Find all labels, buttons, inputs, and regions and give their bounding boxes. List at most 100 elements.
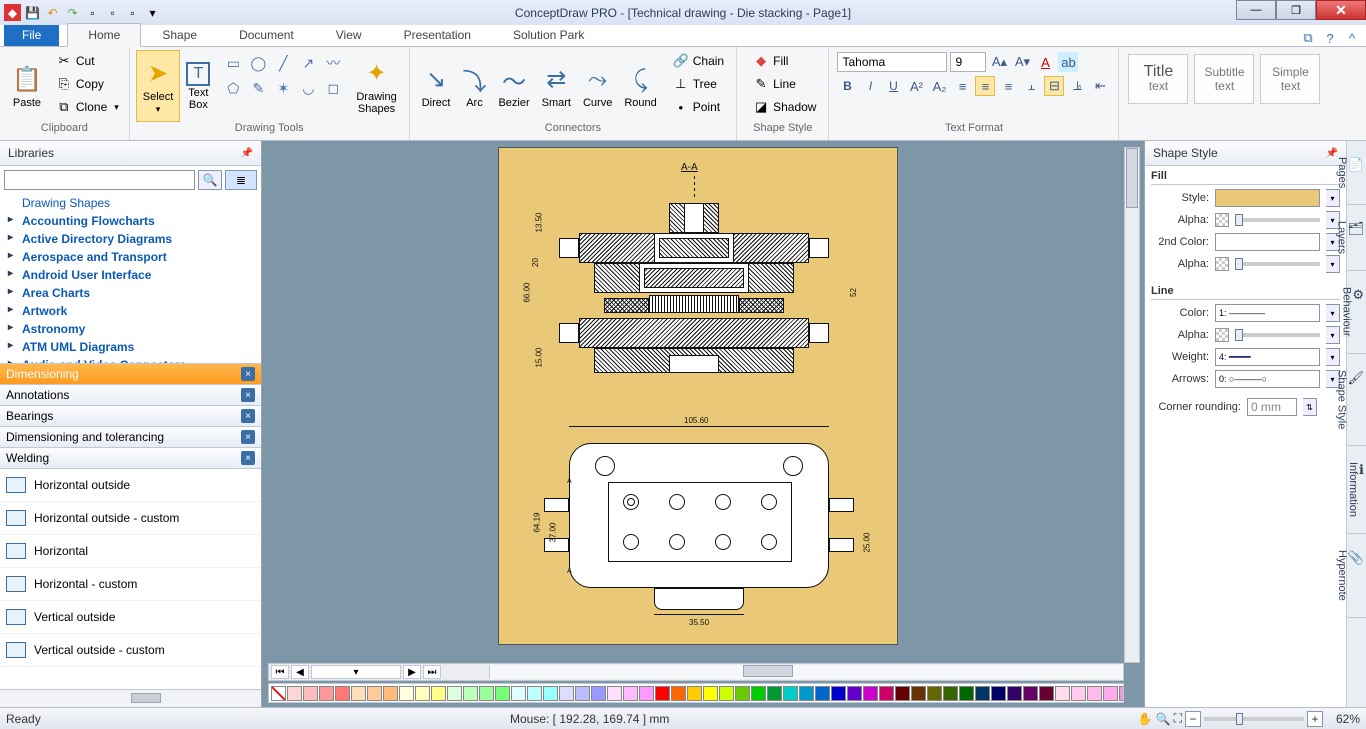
shape-item[interactable]: Horizontal outside (0, 469, 261, 502)
shape-item[interactable]: Horizontal - custom (0, 568, 261, 601)
color-swatch[interactable] (783, 686, 798, 701)
round-button[interactable]: ⤹Round (618, 50, 662, 122)
zoom-out-button[interactable]: − (1185, 711, 1201, 727)
weight-dd[interactable]: ▾ (1326, 348, 1340, 366)
align-top-icon[interactable]: ⫠ (1021, 76, 1041, 96)
tool-rect-icon[interactable]: ▭ (222, 52, 244, 74)
fill-style-dd[interactable]: ▾ (1326, 189, 1340, 207)
collapse-ribbon-icon[interactable]: ^ (1344, 30, 1360, 46)
tree-item[interactable]: Astronomy (8, 320, 261, 338)
tool-arc-icon[interactable]: ◡ (297, 77, 319, 99)
tab-document[interactable]: Document (218, 23, 315, 46)
side-tab-shape-style[interactable]: 🖌Shape Style (1347, 354, 1366, 446)
canvas-vscroll[interactable] (1124, 147, 1140, 663)
qat-print-icon[interactable]: ▫ (124, 4, 141, 21)
paste-button[interactable]: 📋 Paste (6, 50, 48, 122)
minimize-button[interactable]: — (1236, 0, 1276, 20)
close-tab-icon[interactable]: × (241, 451, 255, 465)
color-swatch[interactable] (511, 686, 526, 701)
pin-icon[interactable]: 📌 (241, 148, 253, 159)
tree-item[interactable]: Drawing Shapes (8, 194, 261, 212)
italic-icon[interactable]: I (860, 76, 880, 96)
line-color-field[interactable]: 1: ———— (1215, 304, 1320, 322)
color-swatch[interactable] (367, 686, 382, 701)
curve-button[interactable]: ⤳Curve (577, 50, 618, 122)
close-tab-icon[interactable]: × (241, 388, 255, 402)
style-title-card[interactable]: Titletext (1128, 54, 1188, 104)
smart-button[interactable]: ⇄Smart (536, 50, 577, 122)
tree-item[interactable]: Android User Interface (8, 266, 261, 284)
tool-line-icon[interactable]: ╱ (272, 52, 294, 74)
color-swatch[interactable] (495, 686, 510, 701)
zoom-slider[interactable] (1204, 717, 1304, 721)
library-search-input[interactable] (4, 170, 195, 190)
library-shapes-list[interactable]: Horizontal outsideHorizontal outside - c… (0, 469, 261, 689)
pan-icon[interactable]: ✋ (1138, 712, 1153, 726)
color-swatch[interactable] (1007, 686, 1022, 701)
page-next-icon[interactable]: ▶ (403, 665, 421, 679)
color-swatch[interactable] (655, 686, 670, 701)
tree-item[interactable]: Artwork (8, 302, 261, 320)
subscript-icon[interactable]: A₂ (929, 76, 949, 96)
close-tab-icon[interactable]: × (241, 430, 255, 444)
shape-item[interactable]: Horizontal outside - custom (0, 502, 261, 535)
help-icon[interactable]: ? (1322, 30, 1338, 46)
corner-spinner[interactable]: ⇅ (1303, 398, 1317, 416)
highlight-icon[interactable]: ab (1058, 52, 1078, 72)
library-tree[interactable]: Drawing ShapesAccounting FlowchartsActiv… (0, 194, 261, 364)
color-swatch[interactable] (591, 686, 606, 701)
color-swatch[interactable] (1039, 686, 1054, 701)
color-swatch[interactable] (319, 686, 334, 701)
font-size-input[interactable] (950, 52, 986, 72)
shadow-button[interactable]: ◪Shadow (747, 96, 822, 118)
color-swatch[interactable] (479, 686, 494, 701)
font-color-icon[interactable]: A (1035, 52, 1055, 72)
no-fill-icon[interactable] (271, 686, 286, 701)
close-tab-icon[interactable]: × (241, 367, 255, 381)
close-button[interactable]: ✕ (1316, 0, 1366, 20)
color-swatch[interactable] (751, 686, 766, 701)
library-tab[interactable]: Dimensioning and tolerancing× (0, 427, 261, 448)
color-swatch[interactable] (767, 686, 782, 701)
superscript-icon[interactable]: A² (906, 76, 926, 96)
tool-star-icon[interactable]: ✶ (272, 77, 294, 99)
tool-curve-icon[interactable]: 〰 (322, 52, 344, 74)
indent-icon[interactable]: ⇤ (1090, 76, 1110, 96)
color2-field[interactable] (1215, 233, 1320, 251)
side-tab-information[interactable]: ℹInformation (1347, 446, 1366, 534)
side-tab-behaviour[interactable]: ⚙Behaviour (1347, 271, 1366, 354)
zoom-in-button[interactable]: + (1307, 711, 1323, 727)
color-swatch[interactable] (543, 686, 558, 701)
library-hscroll[interactable] (0, 689, 261, 707)
close-tab-icon[interactable]: × (241, 409, 255, 423)
color-swatch[interactable] (335, 686, 350, 701)
color-swatch[interactable] (863, 686, 878, 701)
qat-open-icon[interactable]: ▫ (104, 4, 121, 21)
align-bottom-icon[interactable]: ⫡ (1067, 76, 1087, 96)
color-swatch[interactable] (639, 686, 654, 701)
style-subtitle-card[interactable]: Subtitletext (1194, 54, 1254, 104)
drawing-shapes-button[interactable]: ✦ Drawing Shapes (350, 50, 402, 122)
canvas-hscroll[interactable]: ⏮ ◀ ▾ ▶ ⏭ (268, 663, 1124, 681)
color-swatch[interactable] (463, 686, 478, 701)
color-swatch[interactable] (399, 686, 414, 701)
qat-undo-icon[interactable]: ↶ (44, 4, 61, 21)
library-tab[interactable]: Welding× (0, 448, 261, 469)
tree-item[interactable]: Accounting Flowcharts (8, 212, 261, 230)
color-swatch[interactable] (1103, 686, 1118, 701)
color-swatch[interactable] (415, 686, 430, 701)
tree-item[interactable]: ATM UML Diagrams (8, 338, 261, 356)
qat-more-icon[interactable]: ▾ (144, 4, 161, 21)
weight-field[interactable]: 4: ━━━━ (1215, 348, 1320, 366)
corner-field[interactable]: 0 mm (1247, 398, 1297, 416)
tree-button[interactable]: ⊥Tree (667, 73, 730, 95)
line-alpha-slider[interactable] (1235, 333, 1320, 337)
color-swatch[interactable] (991, 686, 1006, 701)
color-swatch[interactable] (895, 686, 910, 701)
arrows-field[interactable]: 0: ○———○ (1215, 370, 1320, 388)
arc-button[interactable]: ⤵Arc (456, 50, 492, 122)
underline-icon[interactable]: U (883, 76, 903, 96)
library-view-toggle[interactable]: ≣ (225, 170, 257, 190)
side-tab-pages[interactable]: 📄Pages (1347, 141, 1366, 205)
color-swatch[interactable] (1023, 686, 1038, 701)
